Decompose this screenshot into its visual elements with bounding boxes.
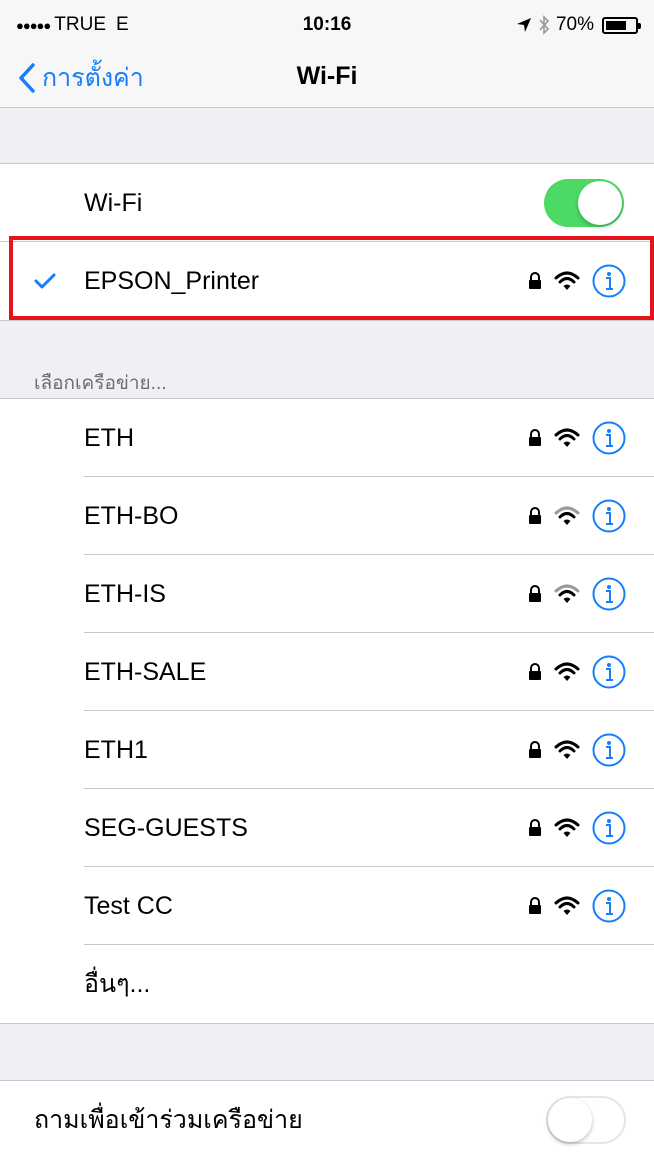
network-name: ETH-IS <box>84 579 166 608</box>
network-name: ETH <box>84 423 134 452</box>
ask-to-join-row: ถามเพื่อเข้าร่วมเครือข่าย <box>0 1081 654 1152</box>
other-network-label: อื่นๆ... <box>84 970 151 998</box>
lock-icon <box>529 741 541 758</box>
wifi-signal-icon <box>554 896 580 915</box>
lock-icon <box>529 663 541 680</box>
wifi-signal-icon <box>554 428 580 447</box>
network-icons <box>528 889 626 923</box>
network-name: Test CC <box>84 891 173 920</box>
network-row[interactable]: Test CC <box>0 867 654 945</box>
wifi-signal-icon <box>554 740 580 759</box>
section-header: เลือกเครือข่าย... <box>34 373 167 394</box>
network-row[interactable]: ETH <box>0 399 654 477</box>
toggle-knob <box>548 1098 592 1142</box>
wifi-toggle-row: Wi-Fi <box>0 164 654 242</box>
network-icons <box>528 577 626 611</box>
ask-to-join-label: ถามเพื่อเข้าร่วมเครือข่าย <box>34 1106 303 1134</box>
battery-percent: 70% <box>555 14 594 35</box>
wifi-signal-icon <box>554 506 580 525</box>
network-row[interactable]: ETH-IS <box>0 555 654 633</box>
network-row[interactable]: SEG-GUESTS <box>0 789 654 867</box>
wifi-signal-icon <box>554 584 580 603</box>
lock-icon <box>529 897 541 914</box>
ask-to-join-group: ถามเพื่อเข้าร่วมเครือข่าย <box>0 1080 654 1152</box>
network-icons <box>528 811 626 845</box>
wifi-signal-icon <box>554 662 580 681</box>
other-network-row[interactable]: อื่นๆ... <box>0 945 654 1023</box>
network-icons <box>528 421 626 455</box>
network-row[interactable]: ETH1 <box>0 711 654 789</box>
info-icon[interactable] <box>592 577 626 611</box>
network-icons <box>528 733 626 767</box>
network-name: ETH-SALE <box>84 657 207 686</box>
bluetooth-icon <box>539 15 550 35</box>
lock-icon <box>529 507 541 524</box>
wifi-signal-icon <box>554 818 580 837</box>
info-icon[interactable] <box>592 421 626 455</box>
network-row[interactable]: ETH-SALE <box>0 633 654 711</box>
wifi-toggle-label: Wi-Fi <box>84 188 143 217</box>
info-icon[interactable] <box>592 733 626 767</box>
network-name: ETH1 <box>84 735 148 764</box>
toggle-knob <box>578 181 622 225</box>
lock-icon <box>529 819 541 836</box>
info-icon[interactable] <box>592 655 626 689</box>
info-icon[interactable] <box>592 499 626 533</box>
network-row[interactable]: ETH-BO <box>0 477 654 555</box>
highlight-box <box>9 236 654 320</box>
lock-icon <box>529 585 541 602</box>
page-title: Wi-Fi <box>296 62 358 90</box>
network-icons <box>528 499 626 533</box>
networks-group: ETH ETH-BO ETH-IS ETH-SALE ETH1 SEG-GUESTS Tes… <box>0 398 654 1024</box>
status-right: 70% <box>516 14 641 36</box>
location-arrow-icon <box>516 18 531 32</box>
battery-icon <box>602 16 641 34</box>
network-name: SEG-GUESTS <box>84 813 248 842</box>
wifi-toggle[interactable] <box>544 179 624 227</box>
status-bar: ●●●●● TRUE E 10:16 70% <box>0 0 654 44</box>
network-name: ETH-BO <box>84 501 179 530</box>
ask-to-join-toggle[interactable] <box>546 1096 626 1144</box>
nav-bar: การตั้งค่า Wi-Fi <box>0 44 654 108</box>
network-icons <box>528 655 626 689</box>
lock-icon <box>529 429 541 446</box>
info-icon[interactable] <box>592 889 626 923</box>
info-icon[interactable] <box>592 811 626 845</box>
